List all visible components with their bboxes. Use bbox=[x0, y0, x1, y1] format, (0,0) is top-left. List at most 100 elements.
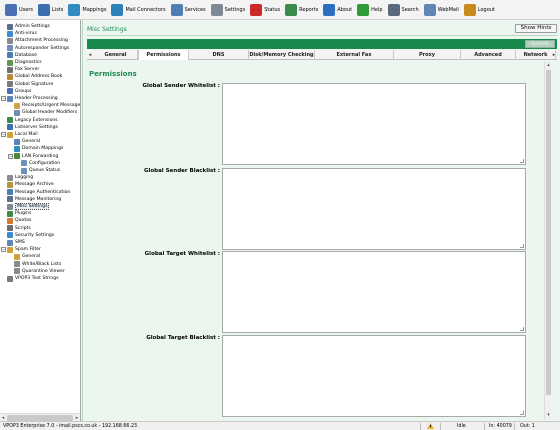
tree-item-global-header-modifiers[interactable]: Global Header Modifiers bbox=[14, 109, 77, 116]
tree-item-logging[interactable]: Logging bbox=[7, 174, 33, 181]
status-divider bbox=[440, 423, 441, 430]
status-divider bbox=[514, 423, 515, 430]
toolbar-button-settings[interactable]: Settings bbox=[210, 1, 247, 19]
message-archive-icon bbox=[7, 181, 13, 188]
tree-item-attachment-processing[interactable]: Attachment Processing bbox=[7, 37, 68, 44]
settings-tree[interactable]: Admin Settings Anti-virus Attachment Proce… bbox=[0, 20, 81, 421]
tree-item-global-signature[interactable]: Global Signature bbox=[7, 81, 53, 88]
global-target-whitelist-textarea[interactable] bbox=[222, 251, 526, 333]
toolbar-button-search[interactable]: Search bbox=[387, 1, 420, 19]
submit-button[interactable]: Submit bbox=[525, 40, 555, 48]
global-sender-blacklist-textarea[interactable] bbox=[222, 168, 526, 250]
tree-item-quotas[interactable]: Quotas bbox=[7, 217, 31, 224]
users-icon bbox=[5, 3, 17, 16]
tab-disk-memory-checking[interactable]: Disk/Memory Checking bbox=[249, 50, 315, 60]
tree-item-global-address-book[interactable]: Global Address Book bbox=[7, 73, 62, 80]
toolbar-button-mappings[interactable]: Mappings bbox=[67, 1, 107, 19]
tree-item-label: General bbox=[22, 139, 41, 145]
tree-item-message-monitoring[interactable]: Message Monitoring bbox=[7, 196, 61, 203]
toolbar-button-logout[interactable]: Logout bbox=[463, 1, 496, 19]
global-target-blacklist-textarea[interactable] bbox=[222, 335, 526, 417]
toolbar-button-status[interactable]: Status bbox=[249, 1, 281, 19]
tree-item-label: SMS bbox=[15, 240, 25, 245]
tree-item-scripts[interactable]: Scripts bbox=[7, 225, 31, 232]
toolbar-button-users[interactable]: Users bbox=[4, 1, 34, 19]
tree-item-message-authentication[interactable]: Message Authentication bbox=[7, 189, 70, 196]
about-icon bbox=[323, 3, 336, 16]
tree-item-legacy-extensions[interactable]: Legacy Extensions bbox=[7, 117, 58, 124]
toolbar-button-lists[interactable]: Lists bbox=[37, 1, 64, 19]
tree-item-listserver-settings[interactable]: Listserver Settings bbox=[7, 124, 58, 131]
tab-network[interactable]: Network bbox=[516, 50, 556, 60]
tree-item-security-settings[interactable]: Security Settings bbox=[7, 232, 54, 239]
resize-grip-icon[interactable] bbox=[520, 327, 524, 331]
tree-item-general[interactable]: General bbox=[14, 253, 40, 260]
white-black-lists-icon bbox=[14, 261, 20, 268]
tree-item-general[interactable]: General bbox=[14, 138, 40, 145]
toolbar-button-reports[interactable]: Reports bbox=[284, 1, 319, 19]
collapse-icon[interactable]: − bbox=[1, 247, 6, 253]
tree-item-spam-filter[interactable]: − Spam Filter bbox=[1, 246, 41, 253]
tab-permissions[interactable]: Permissions bbox=[138, 50, 189, 60]
tree-item-label: Spam Filter bbox=[15, 247, 41, 253]
toolbar-button-label: Users bbox=[19, 6, 34, 13]
toolbar-button-services[interactable]: Services bbox=[170, 1, 207, 19]
tree-item-domain-mappings[interactable]: Domain Mappings bbox=[14, 145, 63, 152]
collapse-icon[interactable]: − bbox=[1, 96, 6, 101]
tree-item-label: Groups bbox=[15, 88, 32, 94]
toolbar-button-mail-connectors[interactable]: Mail Connectors bbox=[110, 1, 166, 19]
toolbar-button-label: Help bbox=[371, 6, 383, 13]
tree-item-queue-status[interactable]: Queue Status bbox=[21, 167, 60, 174]
tree-item-vpop3-text-strings[interactable]: VPOP3 Text Strings bbox=[7, 275, 59, 282]
tree-item-quarantine-viewer[interactable]: Quarantine Viewer bbox=[14, 268, 65, 275]
tree-item-receipts-urgent-messages[interactable]: Receipts/Urgent Messages bbox=[14, 102, 80, 109]
tab-external-fax[interactable]: External Fax bbox=[315, 50, 394, 60]
tree-item-autoresponder-settings[interactable]: Autoresponder Settings bbox=[7, 45, 69, 52]
tab-advanced[interactable]: Advanced bbox=[461, 50, 516, 60]
tree-item-lan-forwarding[interactable]: − LAN Forwarding bbox=[8, 153, 58, 160]
toolbar-button-label: Reports bbox=[299, 6, 319, 13]
content-vertical-scrollbar[interactable]: ▴ ▾ bbox=[544, 62, 551, 419]
tree-item-plugins[interactable]: Plugins bbox=[7, 210, 31, 217]
tree-item-configuration[interactable]: Configuration bbox=[21, 160, 60, 167]
tree-item-groups[interactable]: Groups bbox=[7, 88, 31, 95]
toolbar-button-webmail[interactable]: WebMail bbox=[423, 1, 460, 19]
tree-horizontal-scrollbar[interactable]: ◂ ▸ bbox=[0, 413, 80, 421]
tree-item-message-archive[interactable]: Message Archive bbox=[7, 181, 54, 188]
collapse-icon[interactable]: − bbox=[8, 153, 13, 159]
tree-item-anti-virus[interactable]: Anti-virus bbox=[7, 30, 37, 37]
tab-dns[interactable]: DNS bbox=[189, 50, 249, 60]
collapse-icon[interactable]: − bbox=[1, 132, 6, 137]
tree-item-label: Legacy Extensions bbox=[15, 117, 58, 123]
show-hints-button[interactable]: Show Hints bbox=[515, 24, 557, 33]
resize-grip-icon[interactable] bbox=[520, 159, 524, 163]
global-sender-whitelist-textarea[interactable] bbox=[222, 83, 526, 165]
tab-proxy[interactable]: Proxy bbox=[394, 50, 461, 60]
resize-grip-icon[interactable] bbox=[520, 244, 524, 248]
tree-item-diagnostics[interactable]: Diagnostics bbox=[7, 59, 42, 66]
section-title: Permissions bbox=[89, 70, 137, 78]
tab-scroll-left-icon[interactable]: ◂ bbox=[87, 50, 93, 60]
mappings-icon bbox=[68, 3, 81, 16]
toolbar-button-help[interactable]: Help bbox=[356, 1, 383, 19]
tree-item-misc-settings[interactable]: Misc Settings bbox=[7, 203, 50, 210]
tree-item-header-processing[interactable]: − Header Processing bbox=[1, 95, 58, 102]
content-scroll-thumb[interactable] bbox=[546, 70, 551, 395]
tree-item-label: Fax Server bbox=[15, 67, 40, 73]
resize-grip-icon[interactable] bbox=[520, 411, 524, 415]
tab-general[interactable]: General bbox=[94, 50, 138, 60]
tree-item-fax-server[interactable]: Fax Server bbox=[7, 66, 39, 73]
content-panel: Misc Settings Show Hints Submit ◂ ▸ Gene… bbox=[82, 20, 560, 421]
toolbar-button-about[interactable]: About bbox=[322, 1, 353, 19]
tree-item-white-black-lists[interactable]: White/Black Lists bbox=[14, 261, 61, 268]
scroll-down-icon[interactable]: ▾ bbox=[545, 412, 552, 419]
scroll-up-icon[interactable]: ▴ bbox=[545, 62, 552, 69]
toolbar-button-label: Status bbox=[264, 6, 281, 13]
tree-item-admin-settings[interactable]: Admin Settings bbox=[7, 23, 50, 30]
tree-item-label: Global Signature bbox=[15, 81, 54, 87]
text-strings-icon bbox=[7, 275, 13, 282]
tree-item-database[interactable]: Database bbox=[7, 52, 37, 59]
tree-item-local-mail[interactable]: − Local Mail bbox=[1, 131, 38, 138]
tree-item-sms[interactable]: SMS bbox=[7, 239, 25, 246]
queue-status-icon bbox=[21, 167, 27, 174]
